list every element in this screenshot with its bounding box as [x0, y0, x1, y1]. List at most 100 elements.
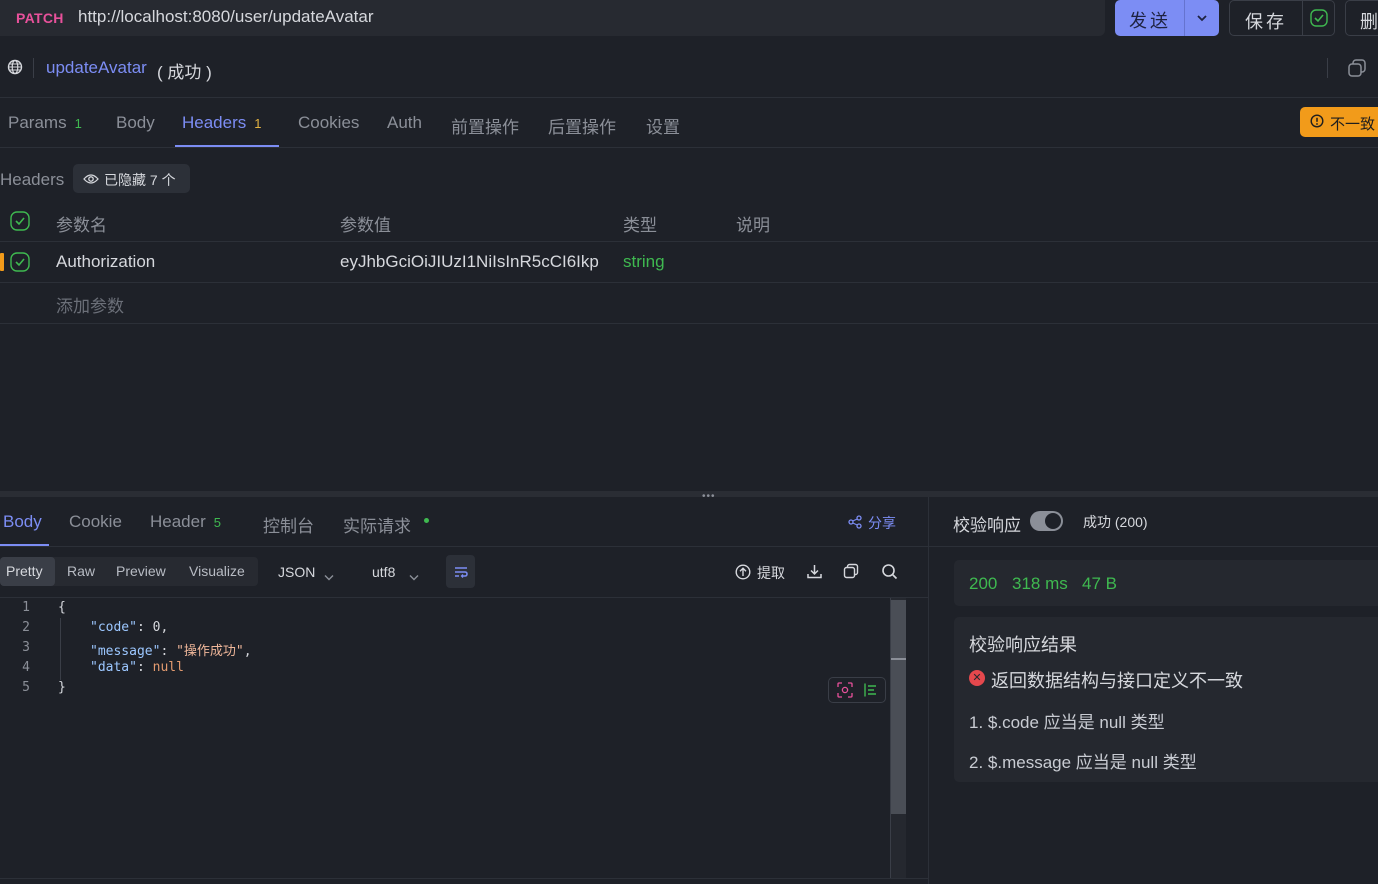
- divider: [0, 241, 1378, 242]
- code-line: "message": "操作成功",: [90, 644, 252, 659]
- tab-count-badge: 1: [254, 116, 262, 131]
- tab-count-badge: 5: [213, 515, 221, 530]
- toggle-knob: [1045, 513, 1061, 529]
- line-number: 3: [22, 640, 30, 655]
- add-param-input[interactable]: 添加参数: [56, 292, 124, 317]
- word-wrap-button[interactable]: [446, 555, 475, 588]
- globe-icon[interactable]: [7, 59, 23, 80]
- send-dropdown-icon[interactable]: [1185, 0, 1219, 36]
- tab-label: Body: [116, 113, 155, 132]
- share-button[interactable]: 分享: [868, 513, 896, 533]
- format-value: JSON: [278, 564, 316, 580]
- tab-label: 设置: [646, 118, 680, 137]
- endpoint-status: ( 成功 ): [157, 63, 212, 82]
- select-all-checkbox[interactable]: [10, 211, 30, 236]
- tab-pre-operations[interactable]: 前置操作: [451, 113, 519, 138]
- url-bar[interactable]: PATCH http://localhost:8080/user/updateA…: [0, 0, 1105, 36]
- chevron-down-icon[interactable]: [324, 568, 334, 586]
- code-line: "code": 0,: [90, 620, 169, 635]
- validation-error-title: 返回数据结构与接口定义不一致: [991, 671, 1243, 691]
- tab-cookies[interactable]: Cookies: [298, 113, 359, 133]
- code-tools-group: [828, 677, 886, 703]
- share-icon[interactable]: [848, 515, 862, 534]
- hidden-headers-label: 已隐藏 7 个: [104, 172, 176, 188]
- delete-label: 删: [1360, 12, 1378, 32]
- json-key: "data": [90, 660, 137, 675]
- panel-resize-handle[interactable]: [0, 491, 1378, 497]
- divider: [0, 546, 928, 547]
- column-header-value: 参数值: [340, 216, 391, 235]
- tab-headers[interactable]: Headers 1: [182, 113, 262, 133]
- view-mode-preview[interactable]: Preview: [116, 563, 166, 579]
- tab-post-operations[interactable]: 后置操作: [548, 113, 616, 138]
- json-punct: ,: [160, 620, 169, 635]
- divider: [0, 97, 1378, 98]
- status-code: 200: [969, 574, 998, 593]
- column-header-name: 参数名: [56, 216, 107, 235]
- eye-icon: [83, 172, 99, 190]
- view-mode-raw[interactable]: Raw: [67, 563, 95, 579]
- format-select[interactable]: JSON: [278, 564, 315, 580]
- column-header-type: 类型: [623, 216, 657, 235]
- validate-response-toggle[interactable]: [1030, 511, 1063, 531]
- send-button-group: 发送: [1115, 0, 1219, 36]
- tab-body[interactable]: Body: [116, 113, 155, 133]
- tab-label: Body: [3, 512, 42, 531]
- param-value-cell[interactable]: eyJhbGciOiJIUzI1NiIsInR5cCI6Ikp: [340, 252, 599, 272]
- tab-label: Header: [150, 512, 206, 531]
- response-size: 47 B: [1082, 574, 1117, 593]
- wrap-icon: [454, 566, 468, 578]
- view-mode-pretty[interactable]: Pretty: [6, 563, 43, 579]
- delete-button[interactable]: 删: [1345, 0, 1378, 36]
- response-status-select[interactable]: 成功 (200): [1083, 512, 1148, 532]
- mismatch-badge[interactable]: 不一致: [1300, 107, 1378, 137]
- response-tab-cookie[interactable]: Cookie: [69, 512, 122, 532]
- view-mode-visualize[interactable]: Visualize: [189, 563, 245, 579]
- extract-button[interactable]: 提取: [757, 563, 785, 583]
- vertical-divider[interactable]: [928, 497, 929, 884]
- response-tab-actual-request[interactable]: 实际请求: [343, 512, 411, 537]
- align-icon[interactable]: [863, 682, 879, 703]
- save-button[interactable]: 保存: [1230, 8, 1302, 34]
- tab-settings[interactable]: 设置: [646, 113, 680, 138]
- tab-params[interactable]: Params 1: [8, 113, 82, 133]
- json-punct: ,: [243, 644, 252, 659]
- validation-result-box: 校验响应结果 ✕ 返回数据结构与接口定义不一致 1. $.code 应当是 nu…: [954, 617, 1378, 782]
- tab-auth[interactable]: Auth: [387, 113, 422, 133]
- chevron-down-icon[interactable]: [409, 568, 419, 586]
- url-input[interactable]: http://localhost:8080/user/updateAvatar: [78, 7, 374, 27]
- saved-check-icon[interactable]: [1303, 1, 1335, 35]
- divider: [0, 147, 1378, 148]
- copy-icon[interactable]: [843, 563, 859, 584]
- response-tab-header[interactable]: Header 5: [150, 512, 221, 532]
- line-number: 1: [22, 600, 30, 615]
- tab-label: Params: [8, 113, 67, 132]
- search-icon[interactable]: [881, 563, 898, 585]
- extract-icon[interactable]: [735, 564, 751, 585]
- save-button-group: 保存: [1229, 0, 1335, 36]
- download-icon[interactable]: [806, 563, 823, 585]
- ai-scan-icon[interactable]: [837, 682, 853, 703]
- scrollbar-thumb[interactable]: [891, 600, 906, 814]
- drag-handle-icon[interactable]: •••: [702, 491, 716, 502]
- encoding-select[interactable]: utf8: [372, 564, 395, 580]
- tab-label: Cookies: [298, 113, 360, 132]
- param-name-cell[interactable]: Authorization: [56, 252, 155, 272]
- http-method[interactable]: PATCH: [16, 10, 64, 26]
- send-button[interactable]: 发送: [1115, 7, 1185, 33]
- json-key: "code": [90, 620, 137, 635]
- divider: [1327, 58, 1328, 78]
- response-tab-console[interactable]: 控制台: [263, 512, 314, 537]
- tab-label: 控制台: [263, 517, 314, 536]
- row-enable-checkbox[interactable]: [10, 252, 30, 277]
- validate-response-label: 校验响应: [953, 516, 1021, 535]
- row-modified-marker: [0, 253, 4, 271]
- encoding-value: utf8: [372, 564, 396, 580]
- endpoint-name-link[interactable]: updateAvatar: [46, 58, 147, 78]
- json-value: "操作成功": [176, 644, 244, 659]
- link-icon[interactable]: [1347, 58, 1367, 83]
- hidden-headers-toggle[interactable]: 已隐藏 7 个: [73, 164, 190, 193]
- param-type-cell[interactable]: string: [623, 252, 665, 272]
- validation-error-item: 1. $.code 应当是 null 类型: [969, 713, 1165, 732]
- response-tab-body[interactable]: Body: [3, 512, 42, 532]
